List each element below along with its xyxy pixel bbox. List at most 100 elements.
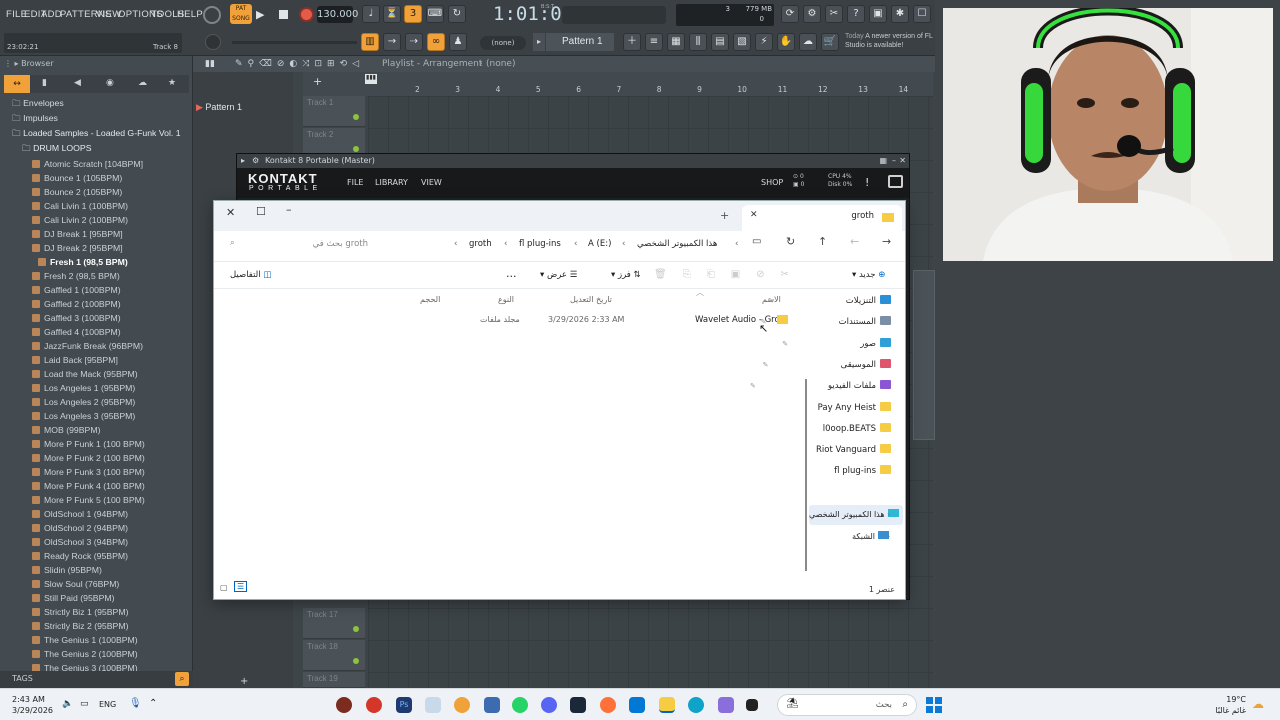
browser-file[interactable]: More P Funk 2 (100 BPM) <box>0 451 193 465</box>
metronome-icon[interactable]: ♩ <box>362 5 380 23</box>
channel-rack-icon[interactable]: ▦ <box>667 33 685 51</box>
steam-icon[interactable] <box>570 697 586 713</box>
mixer-view-icon[interactable]: ⫼ <box>689 33 707 51</box>
touch-keyboard-icon[interactable]: ✋ <box>777 33 795 51</box>
kontakt-minimize-icon[interactable]: – <box>892 154 896 168</box>
file-row[interactable]: مجلد ملفات 3/29/2026 2:33 AM Wavelet Aud… <box>392 311 802 329</box>
browser-file[interactable]: Still Paid (95BPM) <box>0 591 193 605</box>
save-icon[interactable]: ▣ <box>869 5 887 23</box>
browser-file[interactable]: Gaffled 3 (100BPM) <box>0 311 193 325</box>
pattern-selector[interactable]: Pattern 1 <box>546 33 614 51</box>
wait-input-icon[interactable]: ⏳ <box>383 5 401 23</box>
browser-file[interactable]: Bounce 1 (105BPM) <box>0 171 193 185</box>
step-edit-icon[interactable]: ⌨ <box>426 5 444 23</box>
browser-file[interactable]: Laid Back [95BPM] <box>0 353 193 367</box>
browser-folder-drum-loops[interactable]: 🗀 DRUM LOOPS <box>0 141 193 155</box>
browser-file[interactable]: JazzFunk Break (96BPM) <box>0 339 193 353</box>
snap-icon[interactable]: → <box>383 33 401 51</box>
kontakt-menu-library[interactable]: LIBRARY <box>375 178 408 187</box>
copilot-icon[interactable] <box>718 697 734 713</box>
computer-icon[interactable]: ▭ <box>752 236 761 247</box>
browser-file[interactable]: Gaffled 4 (100BPM) <box>0 325 193 339</box>
browser-file[interactable]: The Genius 2 (100BPM) <box>0 647 193 661</box>
discord-icon[interactable] <box>541 697 557 713</box>
plugin-picker-icon[interactable]: ⚡ <box>755 33 773 51</box>
refresh-icon[interactable]: ⟳ <box>781 5 799 23</box>
kontakt-alert-icon[interactable]: ! <box>865 176 869 189</box>
new-button[interactable]: ▾ جديد ⊕ <box>852 270 885 280</box>
piano-roll-view-icon[interactable]: ▤ <box>711 33 729 51</box>
col-modified[interactable]: تاريخ التعديل <box>570 295 612 304</box>
nav-item[interactable]: التنزيلات ✎ <box>768 291 891 311</box>
expand-chevron-icon[interactable]: › <box>887 510 890 519</box>
nav-item[interactable]: المستندات ✎ <box>761 312 891 332</box>
browser-file[interactable]: The Genius 1 (100BPM) <box>0 633 193 647</box>
start-button[interactable] <box>926 697 942 713</box>
playlist-icon[interactable]: ≡ <box>645 33 663 51</box>
browser-file[interactable]: Los Angeles 2 (95BPM) <box>0 395 193 409</box>
play-icon[interactable]: ▶ <box>256 8 264 21</box>
breadcrumb-this-pc[interactable]: هذا الكمبيوتر الشخصي <box>637 239 717 249</box>
sort-button[interactable]: ▾ فرز ⇅ <box>611 270 641 280</box>
browser-file[interactable]: Atomic Scratch [104BPM] <box>0 157 193 171</box>
news-panel[interactable]: Today A newer version of FL Studio is av… <box>845 32 933 50</box>
nav-item[interactable]: Riot Vanguard <box>816 440 891 460</box>
weather-widget[interactable]: 19°C غائم غالبًا <box>1210 694 1246 716</box>
slide-icon[interactable]: ⇢ <box>405 33 423 51</box>
track-enable-icon[interactable] <box>353 146 359 152</box>
timeline-ruler[interactable]: + ▮▮▮ 2 3 4 5 6 7 8 9 10 11 12 13 14 <box>303 72 933 96</box>
add-track-icon[interactable]: + <box>313 75 322 88</box>
back-arrow-icon[interactable]: → <box>882 235 891 248</box>
more-options-icon[interactable]: ... <box>506 267 517 280</box>
kontakt-gear-icon[interactable]: ⚙ <box>252 154 259 168</box>
track-header[interactable]: Track 1 <box>303 96 365 127</box>
browser-header[interactable]: ⋮ ▸ Browser <box>4 59 54 68</box>
browser-file[interactable]: Ready Rock (95BPM) <box>0 549 193 563</box>
recording-knob-icon[interactable] <box>203 6 221 24</box>
browser-file[interactable]: Strictly Biz 2 (95BPM) <box>0 619 193 633</box>
browser-view-icon[interactable]: ▧ <box>733 33 751 51</box>
whatsapp-icon[interactable] <box>512 697 528 713</box>
pattern-list-item[interactable]: ▶ Pattern 1 <box>196 102 290 116</box>
kontakt-detach-icon[interactable]: ▦ <box>879 154 887 168</box>
fl-studio-icon[interactable] <box>454 697 470 713</box>
track-enable-icon[interactable] <box>353 626 359 632</box>
forward-arrow-icon[interactable]: ← <box>850 235 859 248</box>
breadcrumb-drive[interactable]: A (E:) <box>588 239 611 249</box>
app-icon-2[interactable] <box>366 697 382 713</box>
close-icon[interactable]: ✕ <box>226 206 235 219</box>
kontakt-close-icon[interactable]: ✕ <box>899 154 906 168</box>
refresh-icon[interactable]: ↻ <box>786 235 795 248</box>
details-pane-button[interactable]: التفاصيل ◫ <box>230 270 271 280</box>
browser-file[interactable]: DJ Break 2 [95BPM] <box>0 241 193 255</box>
tray-clock[interactable]: 2:43 AM 3/29/2026 <box>12 694 53 716</box>
pin-icon[interactable]: ✎ <box>761 312 767 332</box>
app-icon-1[interactable] <box>336 697 352 713</box>
tools-icon[interactable]: ✂ <box>825 5 843 23</box>
browser-file[interactable]: More P Funk 4 (100 BPM) <box>0 479 193 493</box>
browser-folder-loaded-samples[interactable]: 🗀 Loaded Samples - Loaded G-Funk Vol. 1 <box>0 126 193 140</box>
browser-file[interactable]: Load the Mack (95BPM) <box>0 367 193 381</box>
language-indicator[interactable]: ENG <box>99 700 116 709</box>
app-icon-5[interactable] <box>746 699 758 711</box>
mixer-track-icon[interactable]: ▮▮▮ <box>365 74 377 84</box>
kontakt-titlebar[interactable]: ▸ ⚙ Kontakt 8 Portable (Master) ▦ – ✕ <box>237 154 909 168</box>
search-icon[interactable]: ⌕ <box>175 672 189 686</box>
app-icon-3[interactable] <box>425 697 441 713</box>
search-box[interactable]: ⌕ بحث في groth <box>228 236 428 254</box>
browser-plugins-icon[interactable]: ◀ <box>74 78 81 88</box>
browser-file[interactable]: MOB (99BPM) <box>0 423 193 437</box>
pin-icon[interactable]: ✎ <box>768 291 774 311</box>
taskbar-search[interactable]: ⌕ بحث ⛱ <box>777 694 917 716</box>
volume-icon[interactable]: 🔈 <box>62 699 73 709</box>
kontakt-shop[interactable]: SHOP <box>761 178 783 187</box>
record-icon[interactable] <box>299 7 314 22</box>
playlist-tools-icon[interactable]: ✎⚲⌫⊘◐⤨⊡⊞⟲◁ <box>235 56 364 72</box>
breadcrumb-groth[interactable]: groth <box>469 239 492 249</box>
nav-item[interactable]: الموسيقى ✎ <box>763 355 891 375</box>
browser-file[interactable]: Gaffled 1 (100BPM) <box>0 283 193 297</box>
browser-cloud-icon[interactable]: ☁ <box>138 78 147 88</box>
minimize-icon[interactable]: – <box>286 203 292 216</box>
playlist-menu-icon[interactable]: ▮▮ <box>205 56 215 72</box>
snap-selector[interactable]: (none) <box>480 36 526 50</box>
